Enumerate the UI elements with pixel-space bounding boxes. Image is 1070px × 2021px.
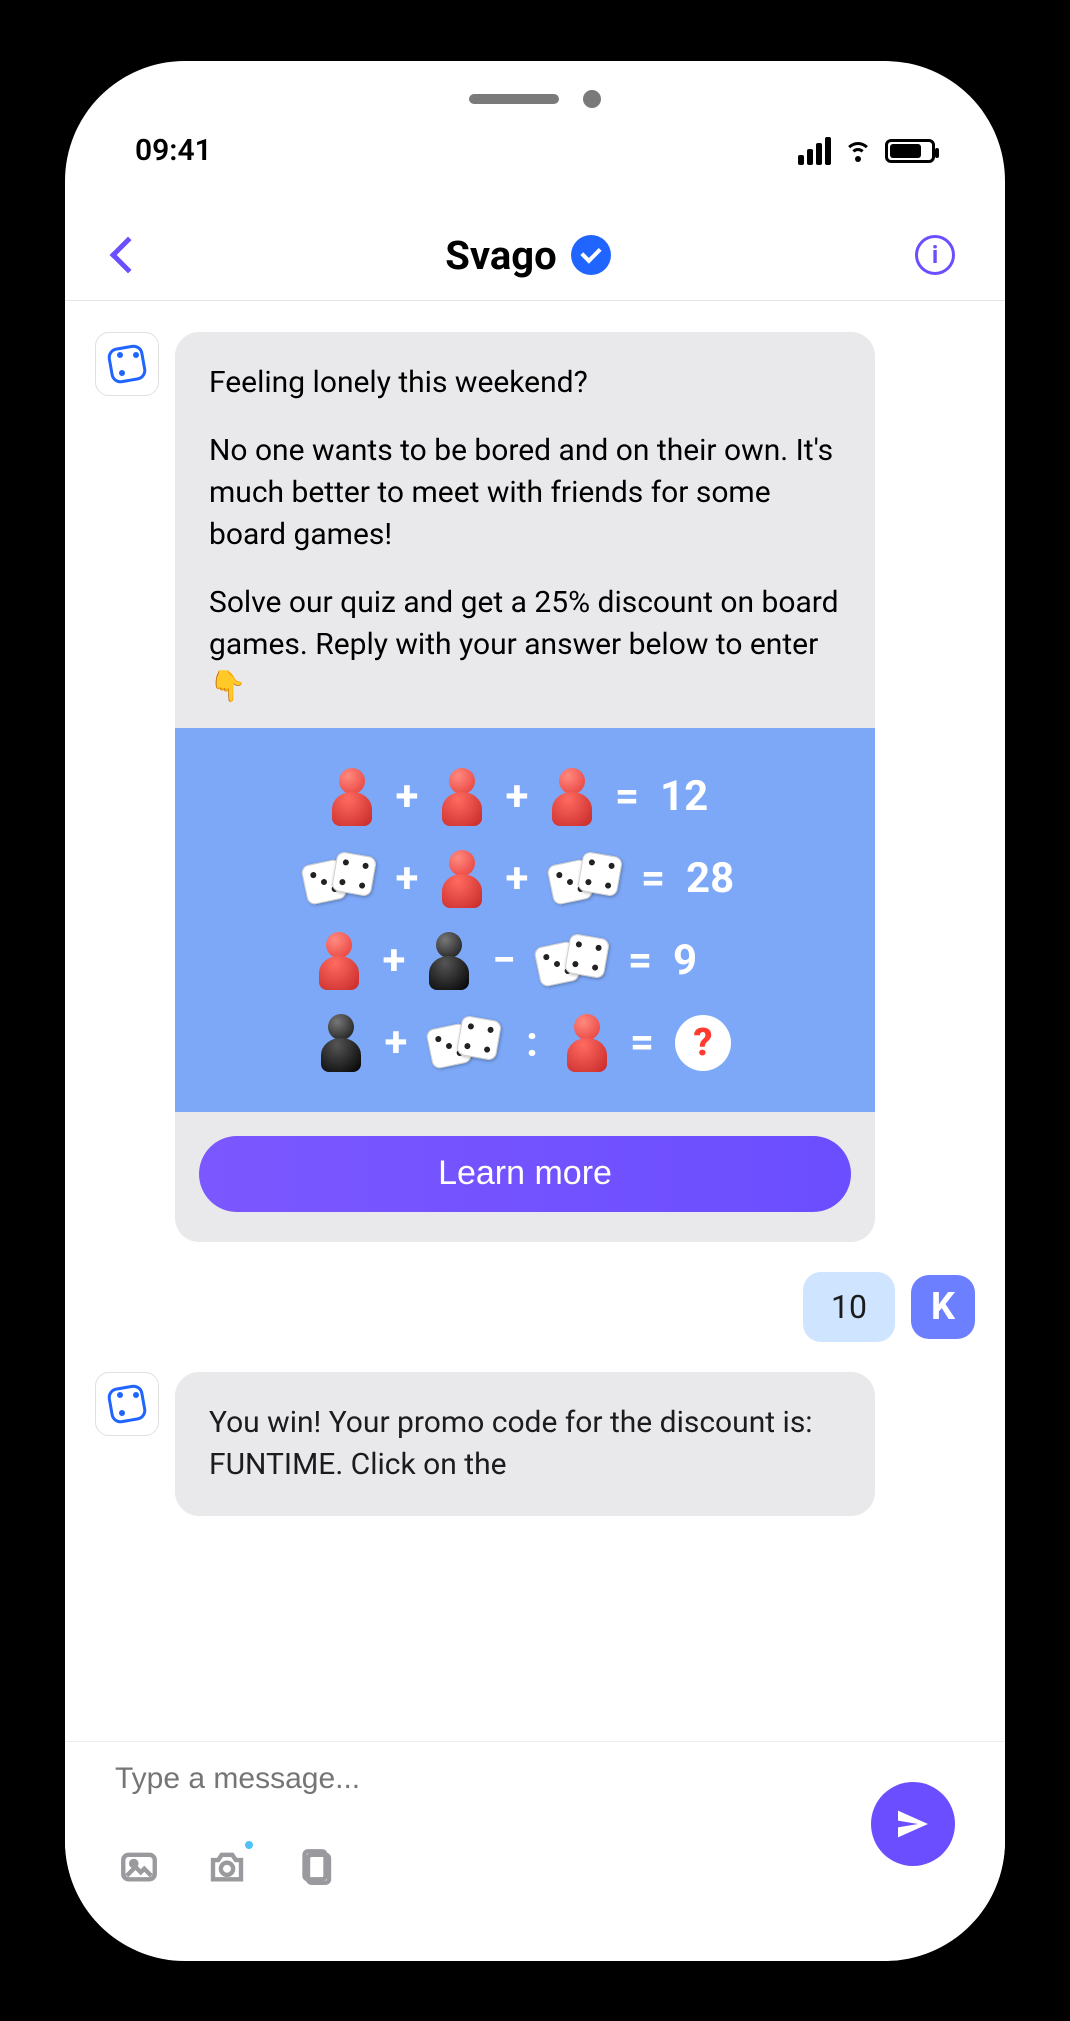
message-incoming: You win! Your promo code for the discoun… (95, 1372, 975, 1516)
battery-icon (885, 139, 935, 163)
dice-pair-icon (304, 854, 374, 904)
back-button[interactable] (110, 237, 147, 274)
quiz-row: + + = 28 (205, 850, 845, 908)
rich-card-bubble: Feeling lonely this weekend? No one want… (175, 332, 875, 1242)
dice-pair-icon (429, 1018, 499, 1068)
chat-header: Svago i (65, 211, 1005, 301)
operator: − (489, 936, 519, 985)
red-pawn-icon (440, 768, 484, 826)
card-cta-area: Learn more (175, 1112, 875, 1242)
file-button[interactable] (291, 1843, 339, 1891)
equals: = (638, 854, 668, 903)
bubble-paragraph: You win! Your promo code for the discoun… (209, 1402, 841, 1486)
quiz-row: + : = ? (205, 1014, 845, 1072)
equals: = (625, 936, 655, 985)
message-input[interactable] (115, 1762, 835, 1796)
card-text: Feeling lonely this weekend? No one want… (175, 332, 875, 728)
camera-icon (206, 1846, 248, 1888)
file-icon (294, 1846, 336, 1888)
operator: + (392, 854, 422, 903)
red-pawn-icon (565, 1014, 609, 1072)
operator: + (381, 1018, 411, 1067)
wifi-icon (843, 140, 873, 162)
bot-avatar[interactable] (95, 1372, 159, 1436)
equals: = (627, 1018, 657, 1067)
operator: : (517, 1018, 547, 1067)
user-avatar[interactable]: K (911, 1275, 975, 1339)
front-camera (583, 90, 601, 108)
quiz-row: + − = 9 (205, 932, 845, 990)
red-pawn-icon (440, 850, 484, 908)
chat-scroll-area[interactable]: Feeling lonely this weekend? No one want… (65, 302, 1005, 1741)
notch (455, 89, 615, 109)
operator: + (502, 854, 532, 903)
verified-badge-icon (571, 235, 611, 275)
quiz-image: + + = 12 + + = 28 (175, 728, 875, 1112)
message-outgoing: 10 K (95, 1272, 975, 1342)
dice-pair-icon (550, 854, 620, 904)
status-bar: 09:41 (65, 121, 1005, 181)
gallery-button[interactable] (115, 1843, 163, 1891)
quiz-row: + + = 12 (205, 768, 845, 826)
operator: + (379, 936, 409, 985)
status-icons (798, 137, 935, 165)
text-bubble: You win! Your promo code for the discoun… (175, 1372, 875, 1516)
card-paragraph: No one wants to be bored and on their ow… (209, 430, 841, 556)
chat-title-wrap[interactable]: Svago (445, 232, 610, 279)
equals: = (612, 772, 642, 821)
dice-pair-icon (537, 936, 607, 986)
operator: + (502, 772, 532, 821)
image-icon (118, 1846, 160, 1888)
quiz-result: 12 (660, 772, 720, 821)
quiz-answer-placeholder: ? (675, 1015, 731, 1071)
red-pawn-icon (550, 768, 594, 826)
attachment-row (115, 1843, 339, 1891)
red-pawn-icon (317, 932, 361, 990)
user-reply-bubble: 10 (803, 1272, 895, 1342)
status-time: 09:41 (135, 133, 212, 168)
dice-logo-icon (105, 1382, 149, 1426)
send-button[interactable] (871, 1782, 955, 1866)
card-paragraph: Feeling lonely this weekend? (209, 362, 841, 404)
camera-button[interactable] (203, 1843, 251, 1891)
quiz-result: 28 (686, 854, 746, 903)
message-input-bar (65, 1741, 1005, 1921)
quiz-result: 9 (673, 936, 733, 985)
learn-more-button[interactable]: Learn more (199, 1136, 851, 1212)
bot-avatar[interactable] (95, 332, 159, 396)
black-pawn-icon (427, 932, 471, 990)
info-button[interactable]: i (915, 235, 955, 275)
send-icon (893, 1804, 933, 1844)
camera-notification-dot (245, 1841, 253, 1849)
chat-title: Svago (445, 232, 556, 279)
cellular-signal-icon (798, 137, 831, 165)
operator: + (392, 772, 422, 821)
card-paragraph: Solve our quiz and get a 25% discount on… (209, 582, 841, 708)
message-incoming: Feeling lonely this weekend? No one want… (95, 332, 975, 1242)
red-pawn-icon (330, 768, 374, 826)
speaker-grille (469, 94, 559, 104)
black-pawn-icon (319, 1014, 363, 1072)
phone-frame: 09:41 Svago i Feeling lonely this weeken… (65, 61, 1005, 1961)
dice-logo-icon (105, 342, 149, 386)
